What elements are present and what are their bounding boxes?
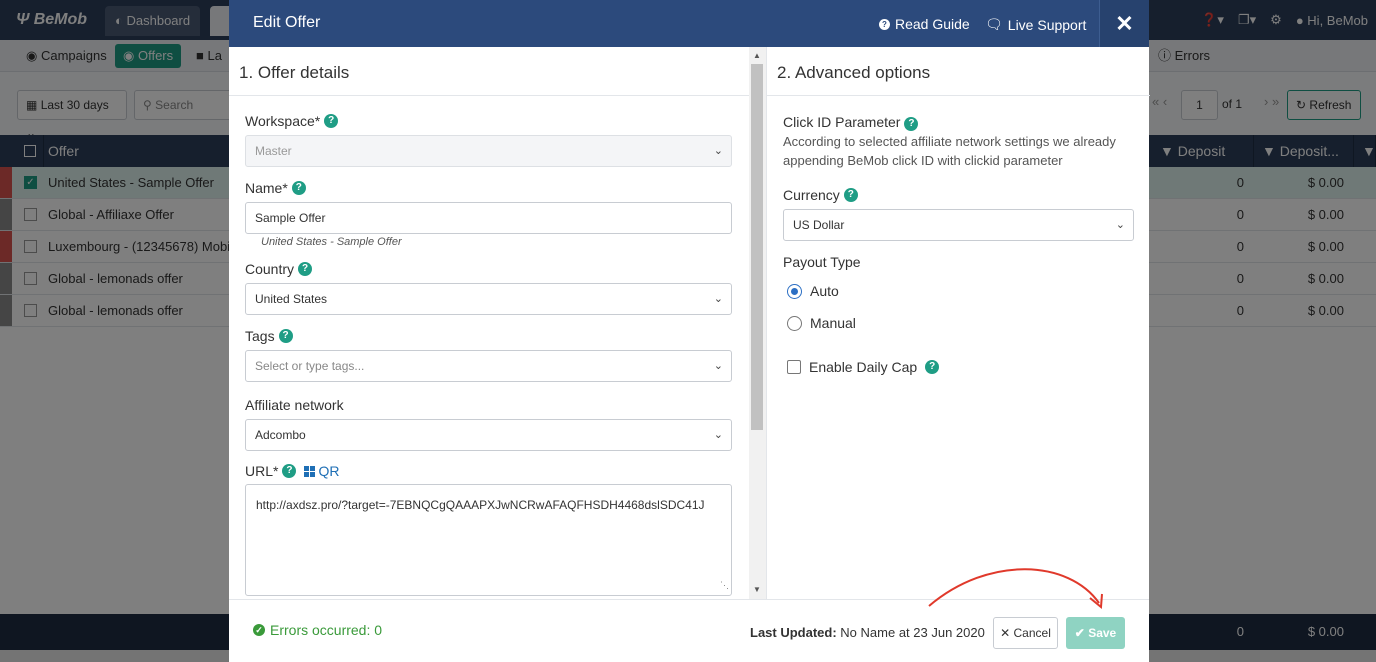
- tags-select[interactable]: Select or type tags... ⌄: [245, 350, 732, 382]
- advanced-options-panel: 2. Advanced options Click ID Parameter? …: [766, 47, 1150, 599]
- name-value: Sample Offer: [255, 211, 326, 225]
- url-textarea[interactable]: http://axdsz.pro/?target=-7EBNQCgQAAAPXJ…: [245, 484, 732, 596]
- radio-unselected-icon: [787, 315, 802, 331]
- tags-label-text: Tags: [245, 328, 275, 344]
- country-label-text: Country: [245, 261, 295, 277]
- divider: [229, 95, 749, 96]
- cancel-label: Cancel: [1013, 626, 1051, 640]
- payout-type-label: Payout Type: [783, 254, 861, 270]
- modal-header: Edit Offer ? Read Guide 🗨 Live Support ✕: [229, 0, 1149, 47]
- click-id-label-text: Click ID Parameter: [783, 114, 901, 130]
- payout-type-label-text: Payout Type: [783, 254, 861, 270]
- workspace-select: Master ⌄: [245, 135, 732, 167]
- qr-code-icon: [304, 465, 316, 477]
- url-label-text: URL*: [245, 463, 279, 479]
- chevron-down-icon: ⌄: [713, 360, 723, 372]
- offer-details-panel: 1. Offer details Workspace*? Master ⌄ Nam…: [229, 47, 749, 599]
- live-support-label: Live Support: [1007, 16, 1087, 33]
- question-icon: ?: [879, 18, 890, 30]
- payout-auto-label: Auto: [810, 283, 839, 299]
- qr-label: QR: [318, 463, 340, 479]
- currency-label-text: Currency: [783, 187, 840, 203]
- url-value: http://axdsz.pro/?target=-7EBNQCgQAAAPXJ…: [256, 498, 705, 512]
- chevron-down-icon: ⌄: [713, 145, 723, 157]
- click-id-label: Click ID Parameter?: [783, 113, 919, 131]
- cancel-button[interactable]: ✕ Cancel: [993, 617, 1058, 649]
- affiliate-network-value: Adcombo: [255, 428, 306, 442]
- payout-auto-radio[interactable]: Auto: [787, 283, 839, 299]
- last-updated-value: No Name at 23 Jun 2020: [840, 625, 985, 640]
- currency-select[interactable]: US Dollar ⌄: [783, 209, 1134, 241]
- payout-manual-label: Manual: [810, 315, 856, 331]
- currency-value: US Dollar: [793, 218, 845, 232]
- daily-cap-label: Enable Daily Cap: [809, 359, 918, 375]
- workspace-label: Workspace*?: [245, 113, 339, 129]
- check-circle-icon: ✓: [253, 624, 265, 636]
- affiliate-network-label-text: Affiliate network: [245, 397, 344, 413]
- read-guide-label: Read Guide: [895, 16, 970, 32]
- url-label: URL*? QR: [245, 463, 339, 479]
- name-field[interactable]: Sample Offer: [245, 202, 732, 234]
- chevron-down-icon: ⌄: [713, 429, 723, 441]
- edit-offer-modal: Edit Offer ? Read Guide 🗨 Live Support ✕ 1…: [229, 0, 1150, 662]
- name-hint: United States - Sample Offer: [261, 236, 402, 248]
- chevron-down-icon: ⌄: [1115, 219, 1125, 231]
- chevron-down-icon: ⌄: [713, 293, 723, 305]
- live-support-link[interactable]: 🗨 Live Support: [985, 16, 1086, 33]
- read-guide-link[interactable]: ? Read Guide: [879, 16, 970, 32]
- errors-text: Errors occurred: 0: [270, 622, 383, 638]
- chat-bubbles-icon: 🗨: [985, 16, 1003, 32]
- currency-label: Currency?: [783, 187, 858, 203]
- help-icon[interactable]: ?: [925, 360, 940, 374]
- help-icon[interactable]: ?: [278, 329, 293, 343]
- close-icon[interactable]: ✕: [1099, 0, 1149, 47]
- checkbox-icon: [787, 360, 801, 374]
- country-select[interactable]: United States ⌄: [245, 283, 732, 315]
- offer-details-title: 1. Offer details: [239, 63, 350, 82]
- qr-button[interactable]: QR: [304, 463, 339, 479]
- help-icon[interactable]: ?: [282, 464, 297, 478]
- affiliate-network-select[interactable]: Adcombo ⌄: [245, 419, 732, 451]
- help-icon[interactable]: ?: [298, 262, 313, 276]
- last-updated-label: Last Updated:: [750, 625, 837, 640]
- country-value: United States: [255, 292, 328, 306]
- check-icon: ✔: [1074, 626, 1085, 640]
- modal-title: Edit Offer: [253, 14, 321, 31]
- save-button[interactable]: ✔ Save: [1066, 617, 1125, 649]
- name-label: Name*?: [245, 180, 306, 196]
- workspace-value: Master: [255, 144, 292, 158]
- scroll-down-icon[interactable]: ▼: [753, 585, 761, 594]
- help-icon[interactable]: ?: [843, 188, 858, 202]
- modal-footer: ✓ Errors occurred: 0 Last Updated: No Nam…: [229, 599, 1149, 662]
- advanced-options-title: 2. Advanced options: [777, 63, 931, 82]
- name-label-text: Name*: [245, 180, 288, 196]
- help-icon[interactable]: ?: [904, 117, 919, 131]
- close-icon: ✕: [1000, 626, 1011, 640]
- tags-placeholder: Select or type tags...: [255, 359, 365, 373]
- daily-cap-checkbox[interactable]: Enable Daily Cap?: [787, 359, 940, 375]
- scrollbar-thumb[interactable]: [751, 64, 763, 430]
- help-icon[interactable]: ?: [291, 181, 306, 195]
- tags-label: Tags?: [245, 328, 293, 344]
- country-label: Country?: [245, 261, 313, 277]
- click-id-description: According to selected affiliate network …: [783, 134, 1116, 168]
- last-updated: Last Updated: No Name at 23 Jun 2020: [750, 625, 985, 640]
- scroll-up-icon[interactable]: ▲: [753, 51, 761, 60]
- left-panel-scrollbar[interactable]: ▲ ▼: [749, 47, 766, 599]
- divider: [767, 95, 1150, 96]
- payout-manual-radio[interactable]: Manual: [787, 315, 856, 331]
- radio-selected-icon: [787, 283, 802, 299]
- workspace-label-text: Workspace*: [245, 113, 321, 129]
- save-label: Save: [1088, 626, 1117, 640]
- errors-status: ✓ Errors occurred: 0: [253, 622, 382, 638]
- resize-grip-icon[interactable]: ⋱: [720, 577, 729, 594]
- help-icon[interactable]: ?: [324, 114, 339, 128]
- affiliate-network-label: Affiliate network: [245, 397, 344, 413]
